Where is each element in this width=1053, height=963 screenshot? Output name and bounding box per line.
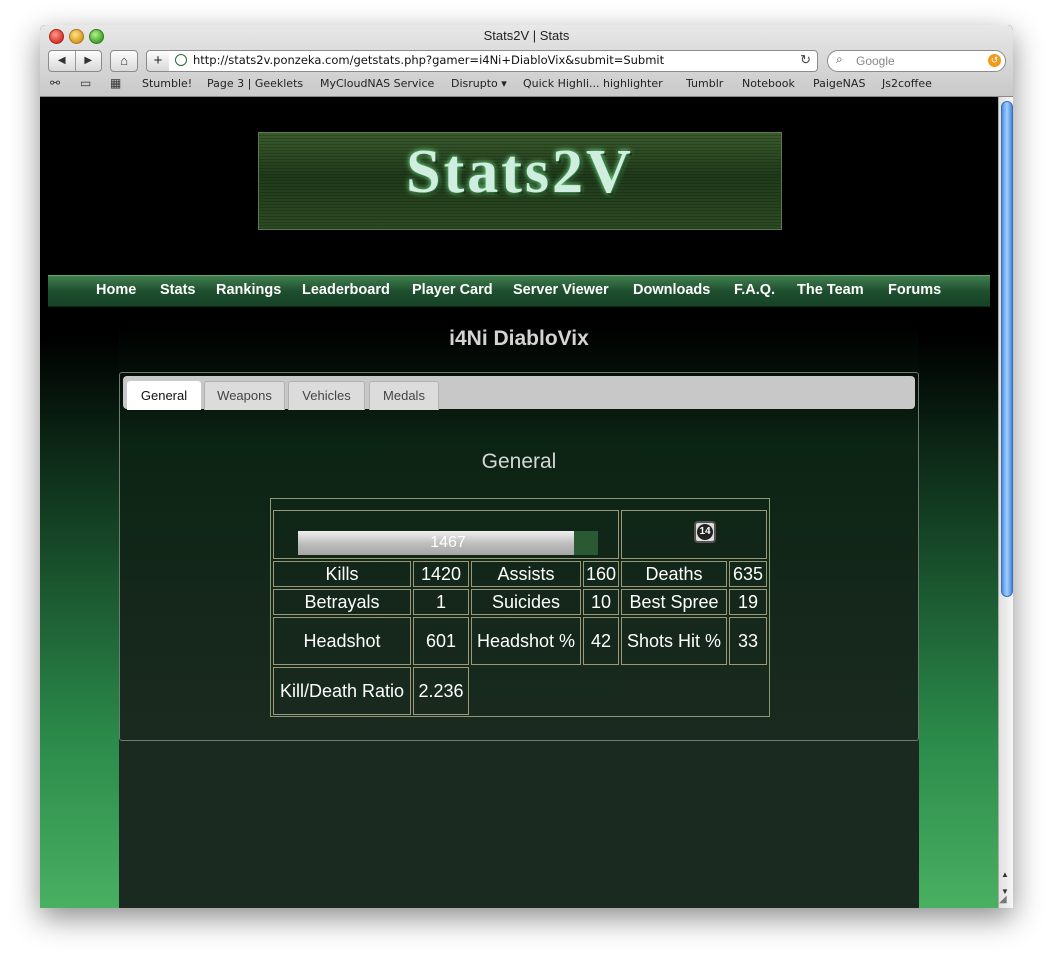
bookmark-item[interactable]: Stumble! xyxy=(142,77,192,90)
home-icon[interactable]: ⌂ xyxy=(110,50,138,72)
xp-value: 1467 xyxy=(430,534,466,551)
site-favicon-icon xyxy=(175,54,187,66)
stat-value: 601 xyxy=(413,617,469,665)
bookmarks-bar: ⚯ ▭ ▦ Stumble! Page 3 | Geeklets MyCloud… xyxy=(40,74,1013,94)
rank-cell: 14 xyxy=(621,510,767,559)
forward-arrow-icon[interactable]: ▶ xyxy=(76,51,102,71)
stat-label: Headshot xyxy=(273,617,411,665)
nav-player-card[interactable]: Player Card xyxy=(412,282,493,298)
stat-value: 1420 xyxy=(413,561,469,587)
main-nav: Home Stats Rankings Leaderboard Player C… xyxy=(48,275,990,307)
page-content: Stats2V Home Stats Rankings Leaderboard … xyxy=(40,97,998,908)
bookmark-item[interactable]: Tumblr xyxy=(686,77,723,90)
stat-label: Shots Hit % xyxy=(621,617,727,665)
url-text[interactable]: http://stats2v.ponzeka.com/getstats.php?… xyxy=(193,53,664,67)
stats-box: General Weapons Vehicles Medals General … xyxy=(119,372,919,741)
nav-home[interactable]: Home xyxy=(96,282,136,298)
rank-number: 14 xyxy=(697,524,713,540)
bookmark-item[interactable]: Notebook xyxy=(742,77,795,90)
xp-progress-bar: 1467 xyxy=(298,531,598,555)
nav-stats[interactable]: Stats xyxy=(160,282,195,298)
add-bookmark-button[interactable]: + xyxy=(146,50,170,72)
stat-value: 1 xyxy=(413,589,469,615)
stat-label: Assists xyxy=(471,561,581,587)
tab-bar: General Weapons Vehicles Medals xyxy=(123,376,915,410)
history-buttons: ◀ ▶ xyxy=(48,50,102,72)
stat-value: 42 xyxy=(583,617,619,665)
grid-icon[interactable]: ▦ xyxy=(110,76,121,90)
stat-label: Best Spree xyxy=(621,589,727,615)
stat-value: 10 xyxy=(583,589,619,615)
stat-label: Deaths xyxy=(621,561,727,587)
section-title: General xyxy=(481,450,557,473)
bookmark-item[interactable]: MyCloudNAS Service xyxy=(320,77,434,90)
title-bar: Stats2V | Stats ◀ ▶ ⌂ + http://stats2v.p… xyxy=(40,25,1013,97)
tab-medals[interactable]: Medals xyxy=(369,381,439,410)
vertical-scrollbar[interactable]: ▲ ▼ xyxy=(998,97,1013,908)
rank-badge-icon: 14 xyxy=(694,521,716,543)
reload-icon[interactable]: ↻ xyxy=(800,52,811,68)
address-bar[interactable]: http://stats2v.ponzeka.com/getstats.php?… xyxy=(169,50,818,72)
bookmark-item[interactable]: Disrupto ▾ xyxy=(451,77,507,90)
reading-glasses-icon[interactable]: ⚯ xyxy=(50,76,60,90)
window-title: Stats2V | Stats xyxy=(483,28,570,43)
nav-leaderboard[interactable]: Leaderboard xyxy=(302,282,390,298)
stat-value: 33 xyxy=(729,617,767,665)
xp-cell: 1467 xyxy=(273,510,619,559)
stat-label: Kill/Death Ratio xyxy=(273,667,411,715)
nav-downloads[interactable]: Downloads xyxy=(633,282,710,298)
snapback-icon[interactable]: ↺ xyxy=(988,54,1001,67)
tab-vehicles[interactable]: Vehicles xyxy=(288,381,365,410)
stat-value: 160 xyxy=(583,561,619,587)
bookmark-item[interactable]: PaigeNAS xyxy=(813,77,865,90)
tab-general[interactable]: General xyxy=(127,381,201,410)
stat-value: 2.236 xyxy=(413,667,469,715)
search-placeholder[interactable]: Google xyxy=(856,54,895,68)
bookmark-item[interactable]: Page 3 | Geeklets xyxy=(207,77,303,90)
stat-value: 635 xyxy=(729,561,767,587)
resize-grip-icon[interactable]: ◢ xyxy=(999,894,1012,907)
search-field[interactable]: ⌕ Google ↺ xyxy=(827,50,1006,72)
stat-label: Betrayals xyxy=(273,589,411,615)
scroll-up-arrow-icon[interactable]: ▲ xyxy=(1001,870,1009,879)
stat-label: Headshot % xyxy=(471,617,581,665)
stats-table: 1467 14 Kills 1420 Assists 160 Deaths 63… xyxy=(270,498,770,717)
player-name: i4Ni DiabloVix xyxy=(449,327,589,350)
browser-window: Stats2V | Stats ◀ ▶ ⌂ + http://stats2v.p… xyxy=(40,25,1013,908)
nav-server-viewer[interactable]: Server Viewer xyxy=(513,282,609,298)
stat-label: Suicides xyxy=(471,589,581,615)
nav-forums[interactable]: Forums xyxy=(888,282,941,298)
logo-text: Stats2V xyxy=(406,138,634,206)
tab-weapons[interactable]: Weapons xyxy=(204,381,285,410)
open-book-icon[interactable]: ▭ xyxy=(80,76,91,90)
stat-value: 19 xyxy=(729,589,767,615)
stat-label: Kills xyxy=(273,561,411,587)
back-arrow-icon[interactable]: ◀ xyxy=(49,51,76,71)
search-icon: ⌕ xyxy=(836,52,843,66)
bookmark-item[interactable]: Quick Highli... highlighter xyxy=(523,77,663,90)
nav-the-team[interactable]: The Team xyxy=(797,282,864,298)
bookmark-item[interactable]: Js2coffee xyxy=(882,77,932,90)
nav-rankings[interactable]: Rankings xyxy=(216,282,281,298)
scrollbar-thumb[interactable] xyxy=(1001,101,1013,597)
nav-faq[interactable]: F.A.Q. xyxy=(734,282,775,298)
player-panel: i4Ni DiabloVix General Weapons Vehicles … xyxy=(119,325,919,908)
site-logo[interactable]: Stats2V xyxy=(258,132,782,230)
